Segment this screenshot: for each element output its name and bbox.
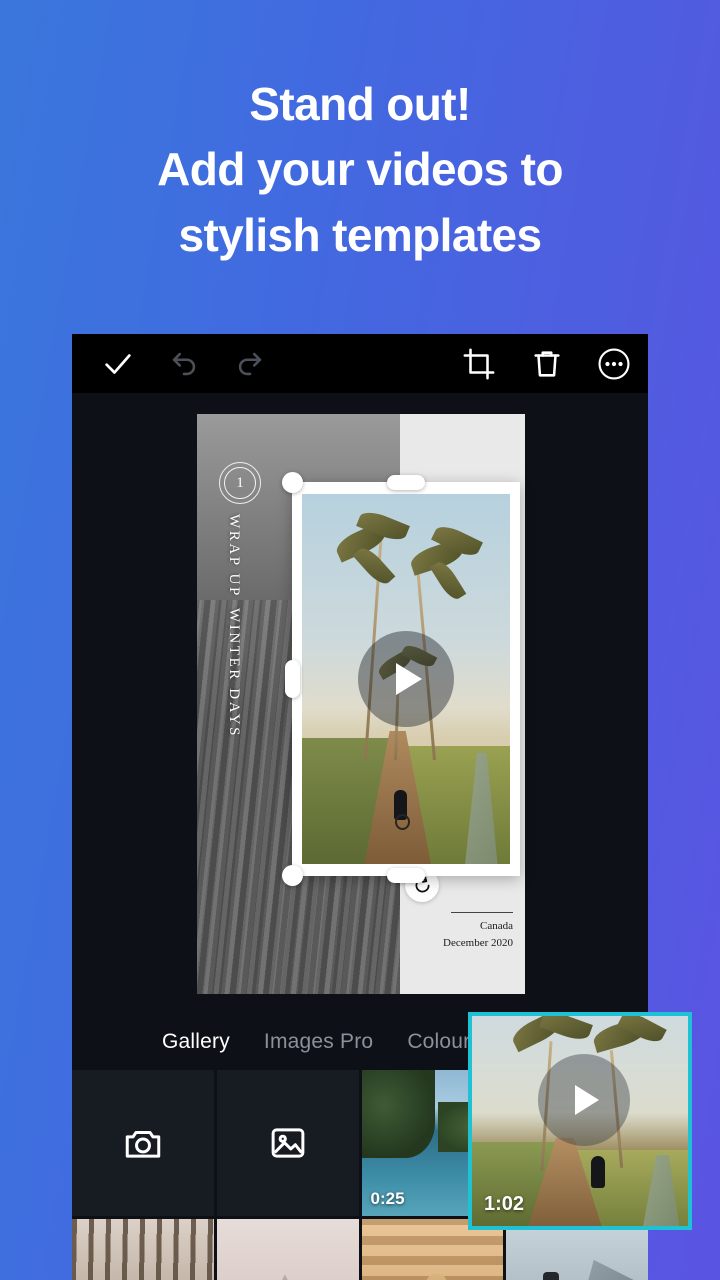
template-title-line-2: WINTER DAYS [226, 607, 242, 739]
video-photo-frame[interactable] [282, 472, 520, 886]
tab-colour[interactable]: Colour [407, 1030, 470, 1054]
selected-video-duration: 1:02 [484, 1193, 525, 1215]
template-title-line-1: WRAP UP [226, 514, 242, 598]
video-preview[interactable] [302, 494, 510, 864]
promo-headline: Stand out! Add your videos to stylish te… [0, 72, 720, 268]
redo-icon[interactable] [233, 347, 267, 381]
resize-handle-left[interactable] [285, 660, 300, 698]
resize-handle-top[interactable] [387, 475, 425, 490]
caption-date: December 2020 [443, 936, 513, 949]
selected-video-thumbnail[interactable]: 1:02 [468, 1012, 692, 1230]
undo-icon[interactable] [167, 347, 201, 381]
check-icon[interactable] [101, 347, 135, 381]
play-icon[interactable] [538, 1054, 631, 1146]
cyclist [393, 789, 410, 830]
tab-gallery[interactable]: Gallery [162, 1030, 230, 1054]
cyclist [590, 1156, 605, 1189]
caption-rule [451, 911, 513, 913]
resize-handle-bottom-left[interactable] [282, 865, 303, 886]
crop-icon[interactable] [462, 347, 496, 381]
image-picker-icon[interactable] [216, 1070, 359, 1216]
template-caption[interactable]: Canada December 2020 [443, 911, 513, 952]
headline-line-1: Stand out! [249, 78, 471, 130]
trash-icon[interactable] [530, 347, 564, 381]
more-options-icon[interactable] [597, 347, 631, 381]
gallery-item-misty-mountain-photo[interactable] [216, 1219, 359, 1280]
camera-icon[interactable] [72, 1070, 214, 1216]
headline-line-2: Add your videos to [157, 143, 563, 196]
tab-images-pro[interactable]: Images Pro [264, 1030, 373, 1054]
play-icon[interactable] [358, 631, 454, 727]
caption-location: Canada [480, 919, 513, 932]
slide-number-label: 1 [236, 474, 244, 491]
play-triangle [575, 1085, 600, 1115]
template-canvas[interactable]: 1 WRAP UP WINTER DAYS Canada December 20… [197, 414, 525, 994]
video-duration: 0:25 [370, 1189, 405, 1208]
headline-line-3: stylish templates [178, 208, 542, 261]
slide-number-badge: 1 [219, 462, 261, 504]
resize-handle-bottom[interactable] [387, 868, 425, 883]
template-vertical-title[interactable]: WRAP UP WINTER DAYS [225, 514, 242, 738]
play-triangle [396, 663, 422, 695]
palm-frond [539, 1016, 594, 1044]
editor-toolbar [72, 334, 648, 393]
gallery-item-forest-photo[interactable] [72, 1219, 214, 1280]
resize-handle-top-left[interactable] [282, 472, 303, 493]
